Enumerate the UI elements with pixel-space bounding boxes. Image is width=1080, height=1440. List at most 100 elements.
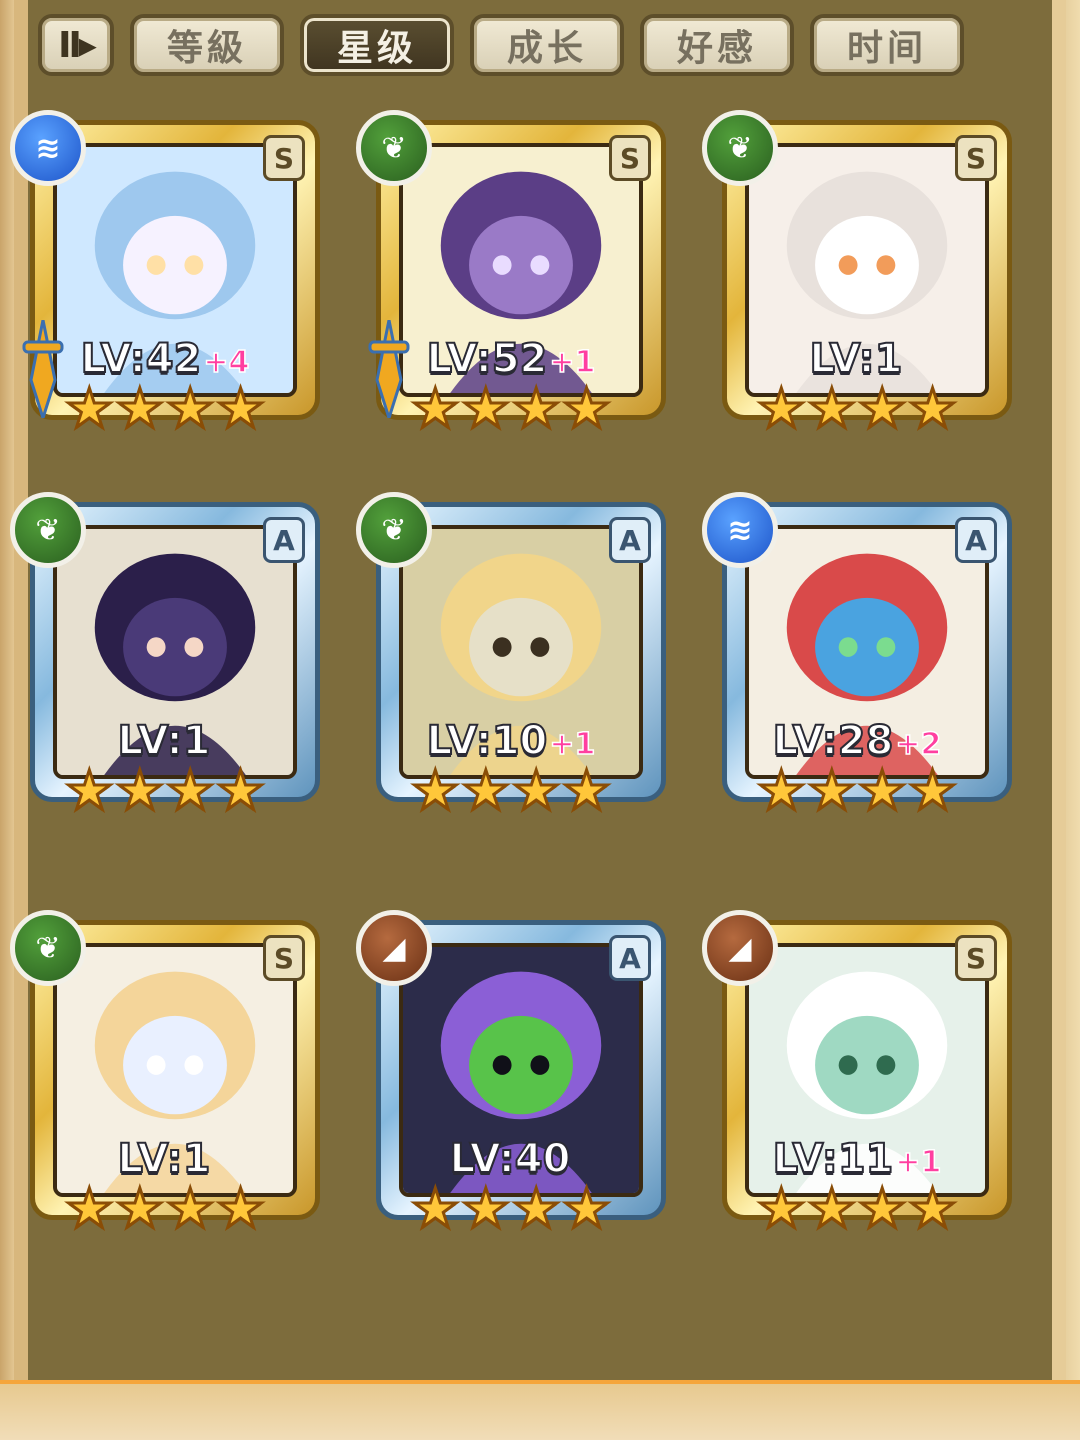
star-icon: ★	[756, 377, 807, 440]
character-card[interactable]: A ◢ LV:40 ★ ★ ★ ★	[356, 910, 666, 1250]
star-icon: ★	[215, 759, 266, 822]
star-icon: ★	[561, 759, 612, 822]
character-card[interactable]: S ❦ LV:52+1 ★ ★ ★ ★	[356, 110, 666, 450]
star-rating: ★ ★ ★ ★	[702, 377, 1012, 440]
character-card[interactable]: S ≋ LV:42+4 ★ ★ ★ ★	[10, 110, 320, 450]
level-value: LV:28	[772, 717, 895, 765]
character-card[interactable]: S ◢ LV:11+1 ★ ★ ★ ★	[702, 910, 1012, 1250]
level-bonus: +1	[549, 726, 597, 763]
level-label: LV:28+2	[702, 717, 1012, 765]
star-icon: ★	[756, 1177, 807, 1240]
tab-level[interactable]: 等級	[130, 14, 284, 76]
star-icon: ★	[460, 377, 511, 440]
star-icon: ★	[215, 1177, 266, 1240]
star-icon: ★	[64, 759, 115, 822]
star-icon: ★	[756, 759, 807, 822]
earth-element-icon: ◢	[702, 910, 778, 986]
rank-badge: S	[609, 135, 651, 181]
water-element-icon: ≋	[10, 110, 86, 186]
star-rating: ★ ★ ★ ★	[702, 1177, 1012, 1240]
star-rating: ★ ★ ★ ★	[356, 759, 666, 822]
sort-order-toggle-button[interactable]: Ⅱ▸	[38, 14, 114, 76]
water-element-icon: ≋	[702, 492, 778, 568]
star-icon: ★	[410, 1177, 461, 1240]
level-value: LV:42	[80, 335, 203, 383]
star-icon: ★	[164, 759, 215, 822]
star-icon: ★	[907, 377, 958, 440]
character-card[interactable]: S ❦ LV:1 ★ ★ ★ ★	[702, 110, 1012, 450]
wood-element-icon: ❦	[356, 492, 432, 568]
star-icon: ★	[64, 377, 115, 440]
level-value: LV:11	[772, 1135, 895, 1183]
star-icon: ★	[114, 759, 165, 822]
character-card[interactable]: A ❦ LV:10+1 ★ ★ ★ ★	[356, 492, 666, 832]
star-icon: ★	[164, 1177, 215, 1240]
star-icon: ★	[64, 1177, 115, 1240]
character-card[interactable]: A ≋ LV:28+2 ★ ★ ★ ★	[702, 492, 1012, 832]
star-rating: ★ ★ ★ ★	[10, 1177, 320, 1240]
star-icon: ★	[561, 377, 612, 440]
star-icon: ★	[561, 1177, 612, 1240]
star-icon: ★	[114, 1177, 165, 1240]
level-label: LV:1	[10, 1135, 320, 1183]
level-bonus: +4	[203, 344, 251, 381]
star-icon: ★	[510, 377, 561, 440]
star-rating: ★ ★ ★ ★	[10, 759, 320, 822]
level-label: LV:11+1	[702, 1135, 1012, 1183]
level-bonus: +1	[549, 344, 597, 381]
level-value: LV:1	[117, 717, 212, 765]
tab-growth[interactable]: 成长	[470, 14, 624, 76]
level-value: LV:40	[449, 1135, 572, 1183]
star-icon: ★	[164, 377, 215, 440]
level-label: LV:1	[10, 717, 320, 765]
star-icon: ★	[510, 759, 561, 822]
star-icon: ★	[806, 377, 857, 440]
star-icon: ★	[460, 759, 511, 822]
wood-element-icon: ❦	[10, 492, 86, 568]
level-bonus: +2	[895, 726, 943, 763]
level-value: LV:10	[426, 717, 549, 765]
wood-element-icon: ❦	[702, 110, 778, 186]
star-icon: ★	[510, 1177, 561, 1240]
tab-affection[interactable]: 好感	[640, 14, 794, 76]
tab-star-rank[interactable]: 星级	[300, 14, 454, 76]
rank-badge: A	[263, 517, 305, 563]
rank-badge: S	[955, 935, 997, 981]
character-grid: S ≋ LV:42+4 ★ ★ ★ ★ S ❦ LV:52+1 ★ ★ ★ ★ S ❦ LV:1 ★ ★ ★ ★ A ❦ LV…	[0, 110, 1080, 1370]
rank-badge: S	[955, 135, 997, 181]
wood-element-icon: ❦	[10, 910, 86, 986]
star-icon: ★	[907, 1177, 958, 1240]
wood-element-icon: ❦	[356, 110, 432, 186]
earth-element-icon: ◢	[356, 910, 432, 986]
rank-badge: A	[609, 517, 651, 563]
level-bonus: +1	[895, 1144, 943, 1181]
rank-badge: A	[955, 517, 997, 563]
level-value: LV:1	[117, 1135, 212, 1183]
sort-tab-bar: Ⅱ▸ 等級 星级 成长 好感 时间	[38, 14, 1048, 86]
star-icon: ★	[856, 377, 907, 440]
tab-time[interactable]: 时间	[810, 14, 964, 76]
level-label: LV:52+1	[356, 335, 666, 383]
star-rating: ★ ★ ★ ★	[10, 377, 320, 440]
star-icon: ★	[460, 1177, 511, 1240]
star-icon: ★	[856, 759, 907, 822]
character-card[interactable]: A ❦ LV:1 ★ ★ ★ ★	[10, 492, 320, 832]
level-label: LV:1	[702, 335, 1012, 383]
star-icon: ★	[410, 377, 461, 440]
level-value: LV:1	[809, 335, 904, 383]
star-icon: ★	[907, 759, 958, 822]
star-icon: ★	[856, 1177, 907, 1240]
star-icon: ★	[410, 759, 461, 822]
star-icon: ★	[806, 759, 857, 822]
sort-order-icon: Ⅱ▸	[58, 24, 97, 66]
star-icon: ★	[215, 377, 266, 440]
star-icon: ★	[806, 1177, 857, 1240]
rank-badge: A	[609, 935, 651, 981]
character-card[interactable]: S ❦ LV:1 ★ ★ ★ ★	[10, 910, 320, 1250]
level-label: LV:10+1	[356, 717, 666, 765]
rank-badge: S	[263, 935, 305, 981]
star-rating: ★ ★ ★ ★	[356, 1177, 666, 1240]
level-value: LV:52	[426, 335, 549, 383]
star-icon: ★	[114, 377, 165, 440]
level-label: LV:42+4	[10, 335, 320, 383]
